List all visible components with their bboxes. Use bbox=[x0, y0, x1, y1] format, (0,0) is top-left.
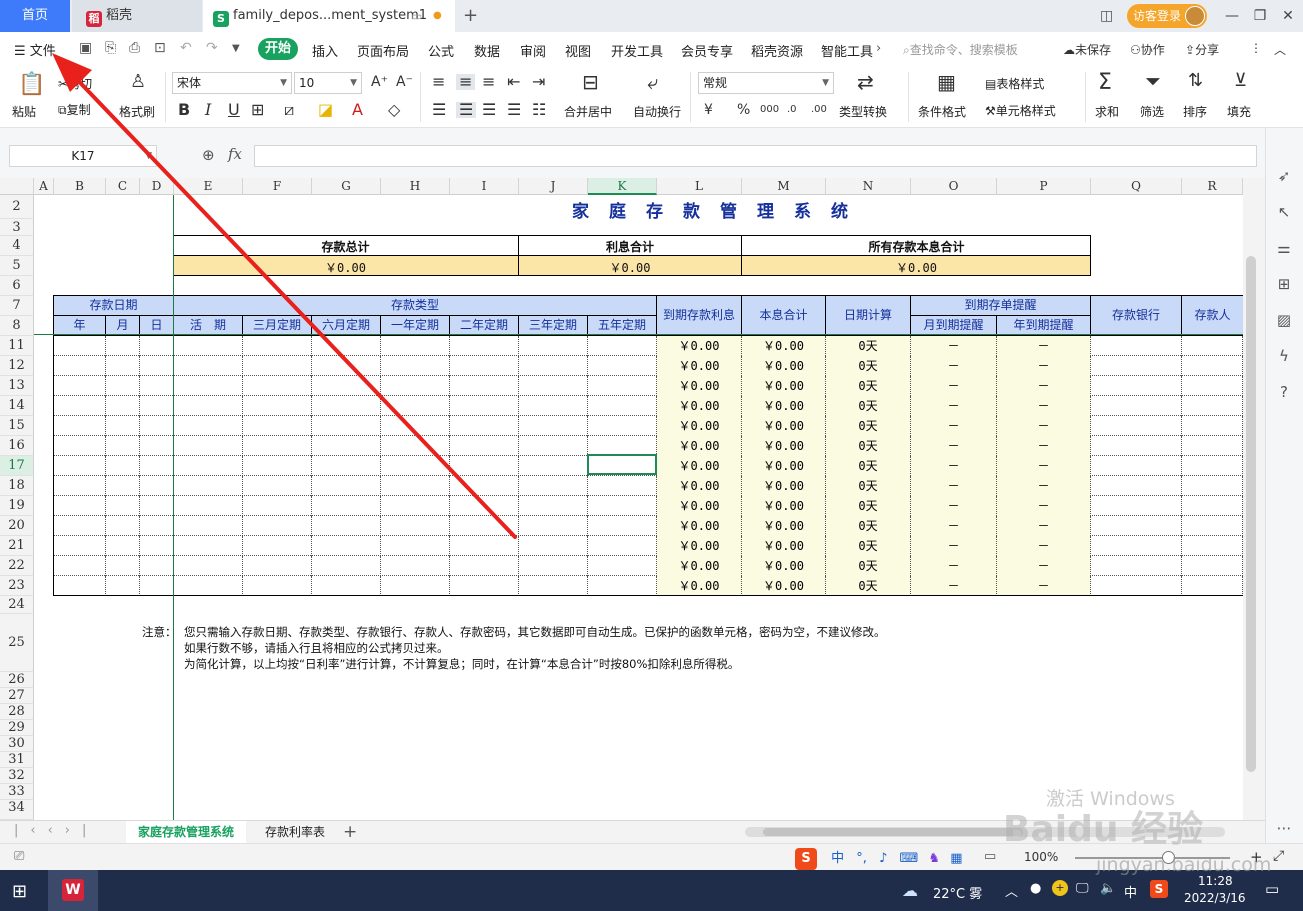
arrow-shaft bbox=[66, 68, 517, 539]
red-arrow-annotation bbox=[52, 53, 517, 539]
wps-spreadsheet-window: 首页 稻稻壳 Sfamily_depos...ment_system1 ▭ ● … bbox=[0, 0, 1303, 911]
